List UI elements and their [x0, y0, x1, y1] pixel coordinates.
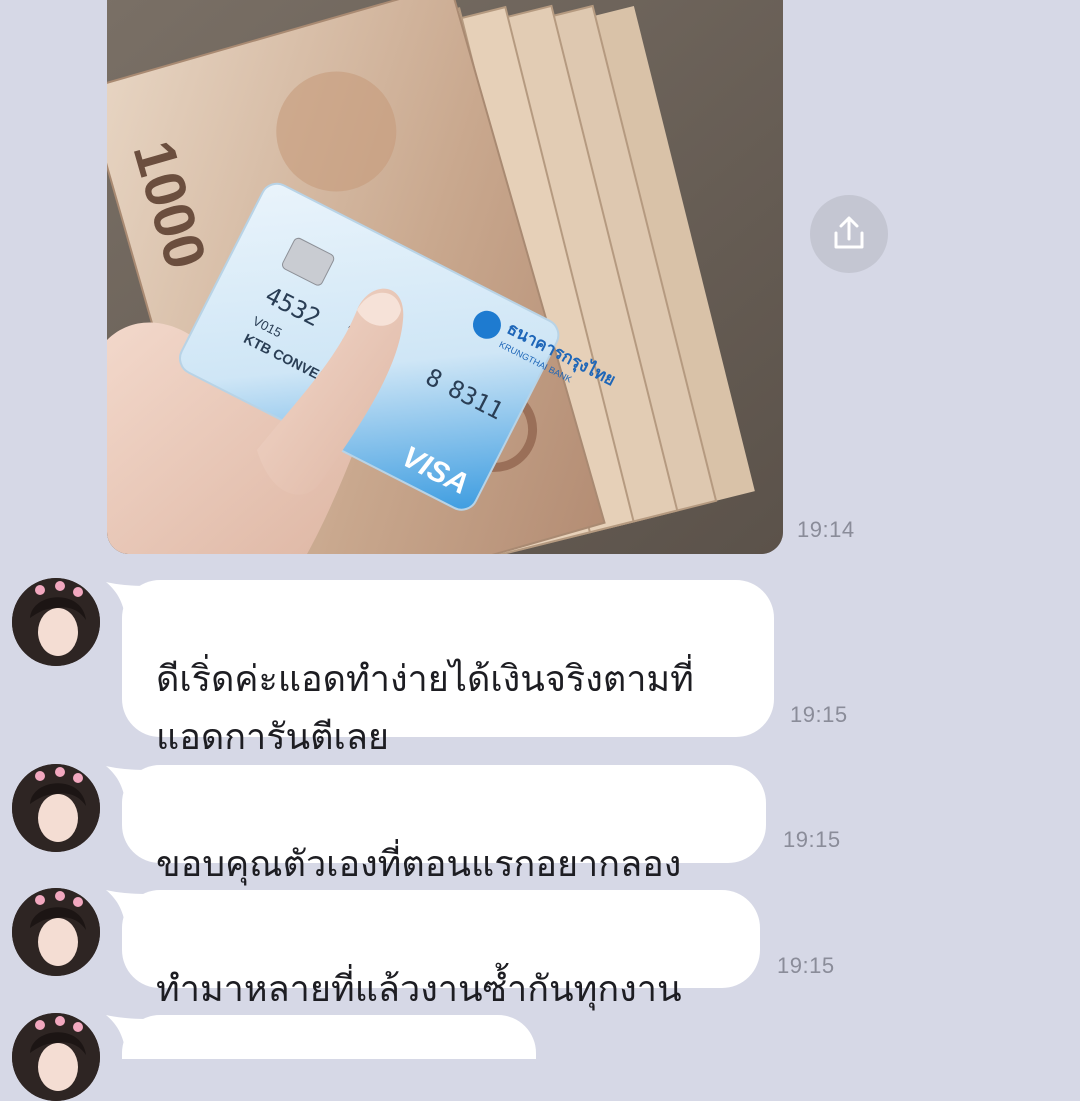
share-icon	[834, 216, 864, 249]
money-and-card-image: 1000 ธนาคารกรุงไทย KRUNGTHAI BANK 4532 1…	[107, 0, 783, 554]
message-bubble[interactable]	[122, 1015, 536, 1059]
avatar[interactable]	[12, 764, 100, 852]
avatar[interactable]	[12, 1013, 100, 1101]
message-bubble[interactable]: ทำมาหลายที่แล้วงานซ้ำกันทุกงาน	[122, 890, 760, 1010]
photo-message[interactable]: 1000 ธนาคารกรุงไทย KRUNGTHAI BANK 4532 1…	[107, 0, 783, 554]
timestamp: 19:15	[783, 827, 841, 852]
message-text: ดีเริ่ดค่ะแอดทำง่ายได้เงินจริงตามที่ แอด…	[156, 659, 694, 758]
avatar[interactable]	[12, 578, 100, 666]
timestamp: 19:15	[777, 953, 835, 978]
avatar-image	[12, 1013, 100, 1101]
message-bubble[interactable]: ขอบคุณตัวเองที่ตอนแรกอยากลอง	[122, 765, 766, 885]
message-bubble[interactable]: ดีเริ่ดค่ะแอดทำง่ายได้เงินจริงตามที่ แอด…	[122, 580, 774, 758]
timestamp: 19:15	[790, 702, 848, 727]
avatar-image	[12, 888, 100, 976]
timestamp: 19:14	[797, 517, 855, 542]
message-text: ทำมาหลายที่แล้วงานซ้ำกันทุกงาน	[156, 969, 682, 1010]
avatar[interactable]	[12, 888, 100, 976]
avatar-image	[12, 764, 100, 852]
avatar-image	[12, 578, 100, 666]
message-text: ขอบคุณตัวเองที่ตอนแรกอยากลอง	[156, 844, 682, 885]
share-button[interactable]	[810, 195, 888, 273]
